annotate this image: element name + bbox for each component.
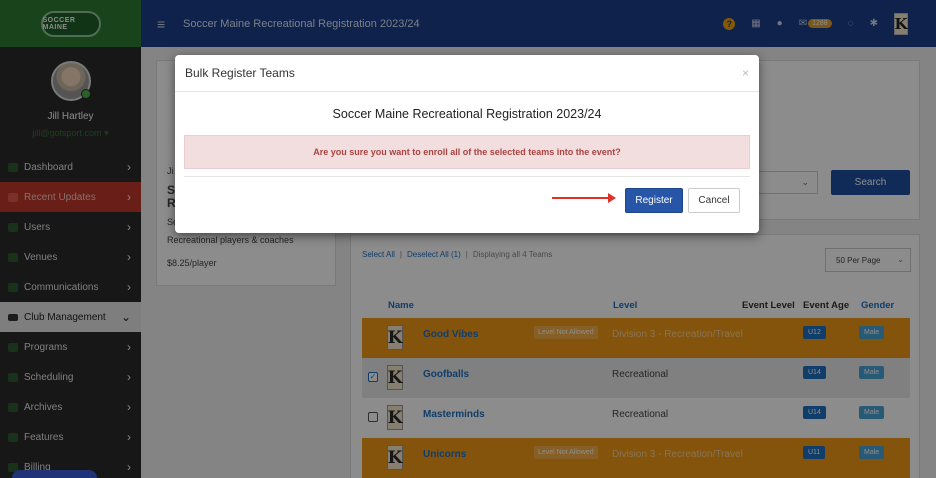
confirmation-alert: Are you sure you want to enroll all of t… — [184, 135, 750, 169]
bulk-register-modal: Bulk Register Teams × Soccer Maine Recre… — [175, 55, 759, 233]
arrow-annotation-icon — [552, 193, 616, 203]
cancel-button[interactable]: Cancel — [688, 188, 740, 213]
close-icon[interactable]: × — [742, 66, 749, 80]
modal-event-name: Soccer Maine Recreational Registration 2… — [332, 107, 602, 121]
modal-title: Bulk Register Teams — [185, 66, 295, 80]
divider — [184, 176, 750, 177]
register-button[interactable]: Register — [625, 188, 683, 213]
modal-header: Bulk Register Teams × — [175, 55, 759, 92]
